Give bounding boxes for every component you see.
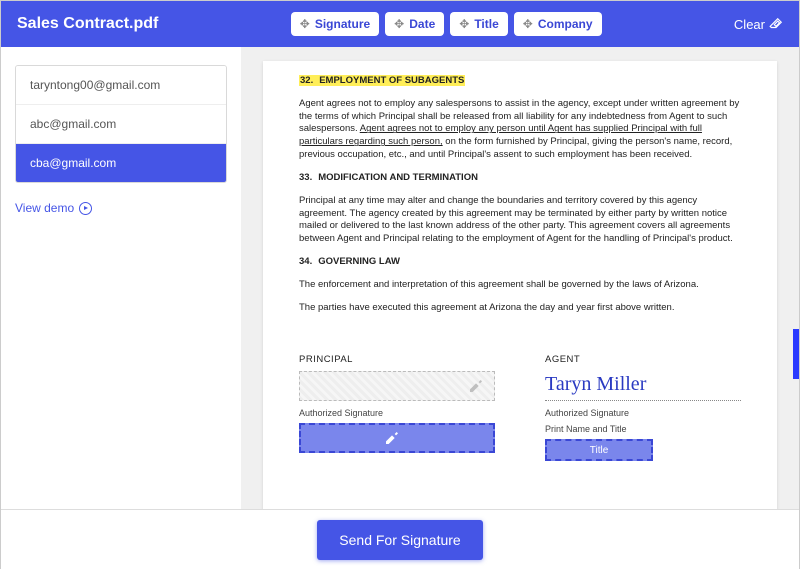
field-palette: ✥Signature ✥Date ✥Title ✥Company xyxy=(291,12,602,36)
move-icon: ✥ xyxy=(459,18,469,30)
sidebar: taryntong00@gmail.com abc@gmail.com cba@… xyxy=(1,47,241,509)
agent-signature: Taryn Miller xyxy=(545,371,741,401)
role-label: PRINCIPAL xyxy=(299,354,495,367)
body-area: taryntong00@gmail.com abc@gmail.com cba@… xyxy=(1,47,799,509)
role-label: AGENT xyxy=(545,354,741,367)
signature-row: PRINCIPAL Authorized Signature AGENT Tar… xyxy=(299,354,741,461)
section-number: 32. xyxy=(300,75,313,88)
signature-pill[interactable]: ✥Signature xyxy=(291,12,379,36)
play-icon xyxy=(79,202,92,215)
eraser-icon xyxy=(769,17,783,31)
footer-bar: Send For Signature xyxy=(1,509,799,569)
principal-column: PRINCIPAL Authorized Signature xyxy=(299,354,495,461)
section-title: EMPLOYMENT OF SUBAGENTS xyxy=(319,75,464,86)
print-name-label: Print Name and Title xyxy=(545,423,741,435)
authorized-label: Authorized Signature xyxy=(545,407,741,419)
section-body: The parties have executed this agreement… xyxy=(299,302,741,315)
authorized-label: Authorized Signature xyxy=(299,407,495,419)
document-title: Sales Contract.pdf xyxy=(17,15,158,33)
signer-list: taryntong00@gmail.com abc@gmail.com cba@… xyxy=(15,65,227,183)
signer-item[interactable]: abc@gmail.com xyxy=(16,105,226,144)
section-number: 33. xyxy=(299,172,312,185)
move-icon: ✥ xyxy=(523,18,533,30)
section-title: MODIFICATION AND TERMINATION xyxy=(318,172,478,183)
pen-icon xyxy=(468,378,484,394)
section-body: The enforcement and interpretation of th… xyxy=(299,279,741,292)
clear-label: Clear xyxy=(734,17,765,32)
date-pill[interactable]: ✥Date xyxy=(385,12,444,36)
send-for-signature-button[interactable]: Send For Signature xyxy=(317,520,482,560)
section-body: Agent agrees not to employ any salespers… xyxy=(299,98,741,162)
section-body: Principal at any time may alter and chan… xyxy=(299,195,741,246)
principal-signature-slot[interactable] xyxy=(299,371,495,401)
section-title: GOVERNING LAW xyxy=(318,256,400,267)
title-drop-slot[interactable]: Title xyxy=(545,439,653,461)
document-viewport[interactable]: 32. EMPLOYMENT OF SUBAGENTS Agent agrees … xyxy=(241,47,799,509)
move-icon: ✥ xyxy=(300,18,310,30)
signer-item[interactable]: taryntong00@gmail.com xyxy=(16,66,226,105)
move-icon: ✥ xyxy=(394,18,404,30)
clear-button[interactable]: Clear xyxy=(734,17,783,32)
agent-column: AGENT Taryn Miller Authorized Signature … xyxy=(545,354,741,461)
view-demo-link[interactable]: View demo xyxy=(15,201,227,215)
document-page: 32. EMPLOYMENT OF SUBAGENTS Agent agrees … xyxy=(263,61,777,509)
active-signature-slot[interactable] xyxy=(299,423,495,453)
title-pill[interactable]: ✥Title xyxy=(450,12,508,36)
pen-icon xyxy=(384,430,400,446)
signer-item-active[interactable]: cba@gmail.com xyxy=(16,144,226,182)
scroll-indicator xyxy=(793,329,799,379)
header-bar: Sales Contract.pdf ✥Signature ✥Date ✥Tit… xyxy=(1,1,799,47)
section-number: 34. xyxy=(299,256,312,269)
company-pill[interactable]: ✥Company xyxy=(514,12,602,36)
